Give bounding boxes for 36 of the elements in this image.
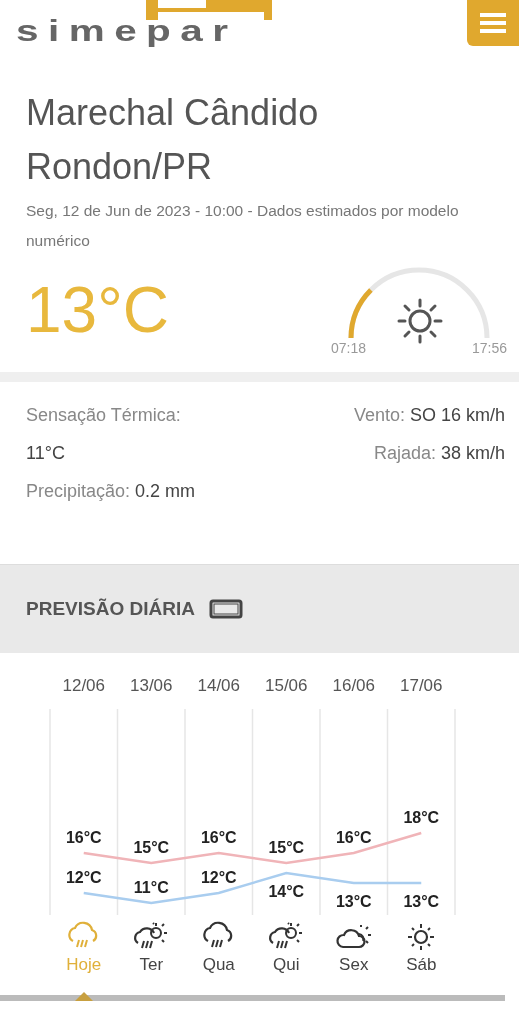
temperature-label: 16°C xyxy=(65,829,102,846)
day-tab[interactable]: Qui xyxy=(252,921,320,991)
date-label: 14/06 xyxy=(197,676,240,695)
rotate-phone-icon[interactable] xyxy=(208,599,243,619)
temperature-label: 16°C xyxy=(200,829,237,846)
date-label: 12/06 xyxy=(62,676,105,695)
logo-mark-icon xyxy=(146,0,272,20)
temperature-label: 15°C xyxy=(133,839,170,856)
temperature-label: 13°C xyxy=(335,893,372,910)
detail-text: Precipitação: 0.2 mm xyxy=(26,480,197,503)
detail-text: Sensação Térmica: 11°C xyxy=(26,404,182,465)
menu-icon xyxy=(480,12,506,34)
temperature-label: 18°C xyxy=(403,809,440,826)
date-subtitle: Seg, 12 de Jun de 2023 - 10:00 - Dados estimados por modelo numérico xyxy=(26,201,460,251)
current-temperature: 13°C xyxy=(26,273,169,348)
detail-text: Rajada: 38 km/h xyxy=(373,442,505,465)
day-tab[interactable]: Ter xyxy=(117,921,185,991)
section-title: PREVISÃO DIÁRIA xyxy=(26,598,195,620)
date-label: 13/06 xyxy=(130,676,173,695)
day-tab[interactable]: Sáb xyxy=(387,921,455,991)
day-tab[interactable]: Qua xyxy=(185,921,253,991)
temperature-label: 11°C xyxy=(133,879,169,896)
temperature-label: 16°C xyxy=(335,829,372,846)
detail-text: Vento: SO 16 km/h xyxy=(353,404,505,427)
sunset-time: 17:56 xyxy=(471,340,507,356)
temperature-label: 15°C xyxy=(268,839,305,856)
sunrise-time: 07:18 xyxy=(331,340,367,356)
date-label: 15/06 xyxy=(265,676,308,695)
temperature-label: 13°C xyxy=(403,893,440,910)
temperature-label: 12°C xyxy=(200,869,237,886)
temperature-label: 12°C xyxy=(65,869,102,886)
date-label: 17/06 xyxy=(400,676,443,695)
day-tab[interactable]: Sex xyxy=(320,921,388,991)
city-title: Marechal Cândido Rondon/PR xyxy=(26,91,320,189)
temperature-label: 14°C xyxy=(268,883,305,900)
date-label: 16/06 xyxy=(332,676,375,695)
